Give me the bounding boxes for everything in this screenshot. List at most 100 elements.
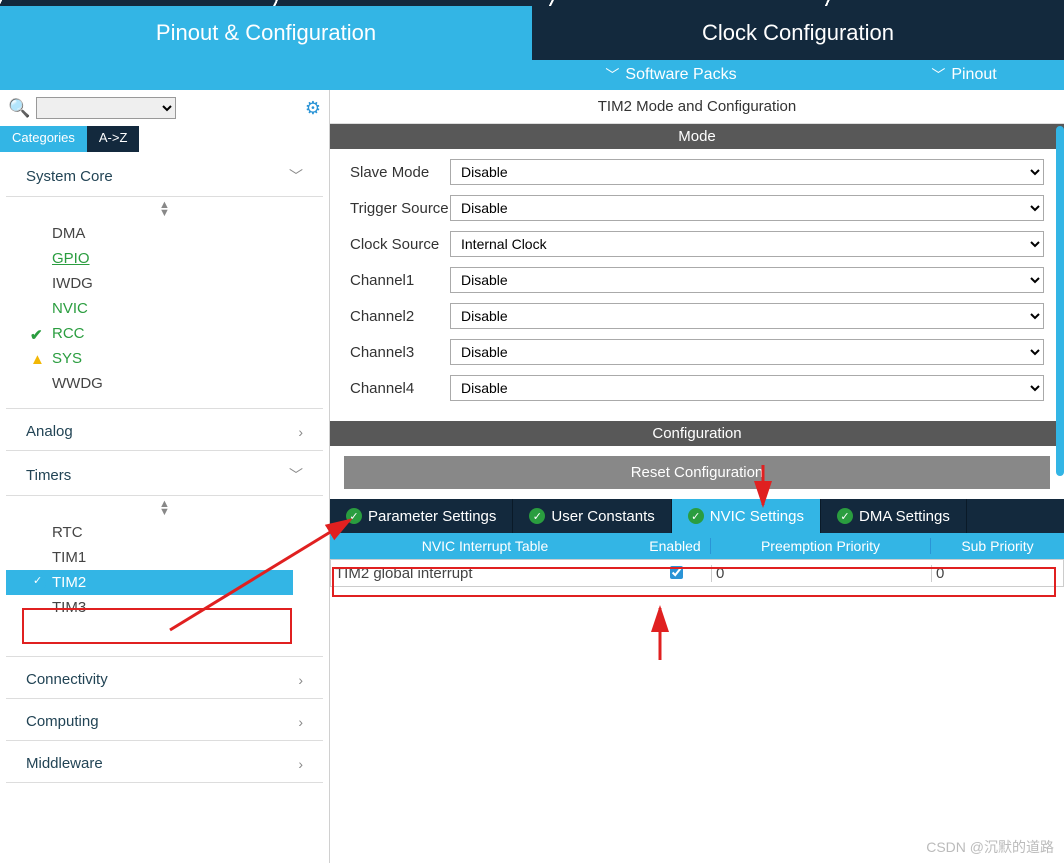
checkbox-enabled[interactable]	[670, 566, 683, 579]
ok-icon: ✓	[837, 508, 853, 524]
scrollbar[interactable]	[1056, 126, 1064, 476]
select-channel2[interactable]: Disable	[450, 303, 1044, 329]
ok-icon: ✓	[688, 508, 704, 524]
panel-title: TIM2 Mode and Configuration	[330, 90, 1064, 124]
label-channel4: Channel4	[350, 380, 450, 397]
tree-item-rtc[interactable]: RTC	[6, 520, 323, 545]
search-icon: 🔍	[8, 98, 30, 119]
tree-item-nvic[interactable]: NVIC	[6, 296, 323, 321]
select-clock-source[interactable]: Internal Clock	[450, 231, 1044, 257]
label: RCC	[52, 325, 85, 342]
label-trigger-source: Trigger Source	[350, 200, 450, 217]
mode-section-header: Mode	[330, 124, 1064, 149]
group-connectivity[interactable]: Connectivity ›	[6, 657, 323, 699]
tree-item-tim2[interactable]: TIM2	[6, 570, 293, 595]
select-channel4[interactable]: Disable	[450, 375, 1044, 401]
left-tree-pane: 🔍 ⚙ Categories A->Z System Core ﹀ ▲▼ DMA…	[0, 90, 330, 863]
tab-dma-settings[interactable]: ✓ DMA Settings	[821, 499, 967, 533]
select-slave-mode[interactable]: Disable	[450, 159, 1044, 185]
chevron-right-icon: ›	[298, 714, 303, 730]
label: SYS	[52, 350, 82, 367]
label: DMA Settings	[859, 508, 950, 525]
main-tab-bar: Pinout & Configuration Clock Configurati…	[0, 6, 1064, 60]
label: TIM2	[52, 574, 86, 591]
group-middleware[interactable]: Middleware ›	[6, 741, 323, 783]
chevron-down-icon: ﹀	[605, 65, 619, 85]
tab-user-constants[interactable]: ✓ User Constants	[513, 499, 671, 533]
label: Analog	[26, 423, 73, 440]
cell-subpriority[interactable]: 0	[931, 565, 1063, 582]
ok-icon: ✓	[346, 508, 362, 524]
chevron-right-icon: ›	[298, 756, 303, 772]
warning-icon: ▲	[30, 351, 45, 368]
label: Software Packs	[625, 66, 736, 84]
label: Parameter Settings	[368, 508, 496, 525]
cell-enabled	[641, 563, 711, 583]
sort-icon[interactable]: ▲▼	[6, 496, 323, 520]
sort-icon[interactable]: ▲▼	[6, 197, 323, 221]
tree-item-iwdg[interactable]: IWDG	[6, 271, 323, 296]
label: Timers	[26, 467, 71, 484]
ok-icon: ✓	[529, 508, 545, 524]
group-computing[interactable]: Computing ›	[6, 699, 323, 741]
label-channel2: Channel2	[350, 308, 450, 325]
sub-bar: ﹀ Software Packs ﹀ Pinout	[0, 60, 1064, 90]
gear-icon[interactable]: ⚙	[305, 98, 321, 119]
label: System Core	[26, 168, 113, 185]
annotation-arrow	[640, 600, 680, 670]
label: Computing	[26, 713, 99, 730]
right-config-pane: TIM2 Mode and Configuration Mode Slave M…	[330, 90, 1064, 863]
chevron-right-icon: ›	[298, 672, 303, 688]
chevron-down-icon: ﹀	[289, 465, 303, 485]
nvic-row-tim2[interactable]: TIM2 global interrupt 0 0	[330, 559, 1064, 587]
col-preemption: Preemption Priority	[710, 538, 930, 554]
group-analog[interactable]: Analog ›	[6, 409, 323, 451]
tree-item-tim3[interactable]: TIM3	[6, 595, 323, 657]
watermark: CSDN @沉默的道路	[926, 837, 1054, 857]
configured-icon	[30, 575, 46, 591]
group-timers[interactable]: Timers ﹀	[6, 451, 323, 496]
tree-item-wwdg[interactable]: WWDG	[6, 371, 323, 409]
label-channel3: Channel3	[350, 344, 450, 361]
label-slave-mode: Slave Mode	[350, 164, 450, 181]
tab-categories[interactable]: Categories	[0, 126, 87, 152]
tab-nvic-settings[interactable]: ✓ NVIC Settings	[672, 499, 821, 533]
tab-pinout-config[interactable]: Pinout & Configuration	[0, 6, 532, 60]
col-interrupt-table: NVIC Interrupt Table	[330, 538, 640, 554]
nvic-table-header: NVIC Interrupt Table Enabled Preemption …	[330, 533, 1064, 559]
tab-parameter-settings[interactable]: ✓ Parameter Settings	[330, 499, 513, 533]
label: User Constants	[551, 508, 654, 525]
label-clock-source: Clock Source	[350, 236, 450, 253]
label: Connectivity	[26, 671, 108, 688]
cell-interrupt-name: TIM2 global interrupt	[331, 565, 641, 582]
label-channel1: Channel1	[350, 272, 450, 289]
select-trigger-source[interactable]: Disable	[450, 195, 1044, 221]
tree-item-tim1[interactable]: TIM1	[6, 545, 323, 570]
select-channel1[interactable]: Disable	[450, 267, 1044, 293]
software-packs-dropdown[interactable]: ﹀ Software Packs	[478, 60, 864, 90]
reset-configuration-button[interactable]: Reset Configuration	[344, 456, 1050, 489]
tree-item-gpio[interactable]: GPIO	[6, 246, 323, 271]
mode-body: Slave ModeDisable Trigger SourceDisable …	[330, 149, 1064, 421]
config-tab-bar: ✓ Parameter Settings ✓ User Constants ✓ NVI…	[330, 499, 1064, 533]
tab-clock-config[interactable]: Clock Configuration	[532, 6, 1064, 60]
top-decor	[0, 0, 1064, 6]
chevron-down-icon: ﹀	[289, 166, 303, 186]
tree-item-sys[interactable]: ▲ SYS	[6, 346, 323, 371]
chevron-right-icon: ›	[298, 424, 303, 440]
configuration-section-header: Configuration	[330, 421, 1064, 446]
chevron-down-icon: ﹀	[931, 65, 945, 85]
label: NVIC Settings	[710, 508, 804, 525]
tab-a-z[interactable]: A->Z	[87, 126, 140, 152]
select-channel3[interactable]: Disable	[450, 339, 1044, 365]
search-input[interactable]	[36, 97, 176, 119]
cell-preemption[interactable]: 0	[711, 565, 931, 582]
pinout-dropdown[interactable]: ﹀ Pinout	[864, 60, 1064, 90]
tree-item-rcc[interactable]: ✔ RCC	[6, 321, 323, 346]
label: Middleware	[26, 755, 103, 772]
check-icon: ✔	[30, 326, 43, 344]
group-system-core[interactable]: System Core ﹀	[6, 152, 323, 197]
col-enabled: Enabled	[640, 538, 710, 554]
label: Pinout	[951, 66, 996, 84]
tree-item-dma[interactable]: DMA	[6, 221, 323, 246]
